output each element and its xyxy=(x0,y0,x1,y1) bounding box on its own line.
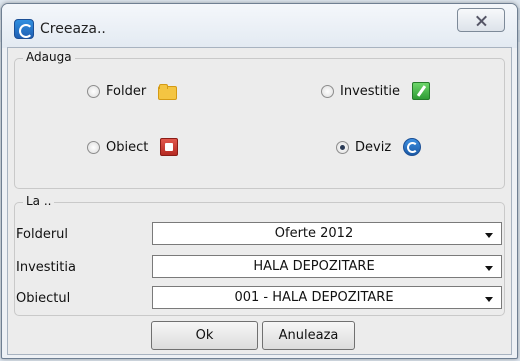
investitie-icon xyxy=(411,82,430,100)
ok-button[interactable]: Ok xyxy=(151,321,258,350)
cancel-button[interactable]: Anuleaza xyxy=(262,321,355,350)
folderul-label: Folderul xyxy=(16,227,69,242)
radio-folder-label: Folder xyxy=(106,83,147,99)
la-legend: La .. xyxy=(23,194,55,208)
deviz-icon xyxy=(403,138,422,156)
radio-investitie-circle[interactable] xyxy=(321,84,334,98)
adauga-legend: Adauga xyxy=(23,50,75,64)
radio-deviz-circle[interactable] xyxy=(336,140,349,154)
obiectul-value: 001 - HALA DEPOZITARE xyxy=(234,290,394,305)
adauga-group: Adauga Folder Investitie Obiect Deviz xyxy=(14,50,505,189)
investitia-label: Investitia xyxy=(16,260,76,275)
folder-icon xyxy=(158,82,178,100)
app-logo-icon xyxy=(14,19,34,39)
radio-obiect[interactable]: Obiect xyxy=(87,138,179,156)
window-title: Creeaza.. xyxy=(40,21,106,37)
obiect-icon xyxy=(160,138,179,156)
radio-investitie-label: Investitie xyxy=(340,83,400,99)
chevron-down-icon[interactable] xyxy=(477,256,501,277)
folderul-select[interactable]: Oferte 2012 xyxy=(152,222,502,245)
close-button[interactable] xyxy=(457,8,505,32)
chevron-down-icon[interactable] xyxy=(477,223,501,244)
radio-deviz-label: Deviz xyxy=(355,139,392,155)
chevron-down-icon[interactable] xyxy=(477,287,501,308)
radio-obiect-label: Obiect xyxy=(106,139,149,155)
investitia-select[interactable]: HALA DEPOZITARE xyxy=(152,255,502,278)
radio-folder-circle[interactable] xyxy=(87,84,100,98)
title-bar[interactable]: Creeaza.. xyxy=(2,4,517,48)
folderul-value: Oferte 2012 xyxy=(274,226,354,241)
investitia-value: HALA DEPOZITARE xyxy=(253,259,375,274)
radio-investitie[interactable]: Investitie xyxy=(321,82,430,100)
obiectul-select[interactable]: 001 - HALA DEPOZITARE xyxy=(152,286,502,309)
radio-deviz[interactable]: Deviz xyxy=(336,138,422,156)
radio-folder[interactable]: Folder xyxy=(87,82,178,100)
obiectul-label: Obiectul xyxy=(16,291,71,306)
radio-obiect-circle[interactable] xyxy=(87,140,100,154)
dialog-content: Adauga Folder Investitie Obiect Deviz La… xyxy=(7,47,512,355)
